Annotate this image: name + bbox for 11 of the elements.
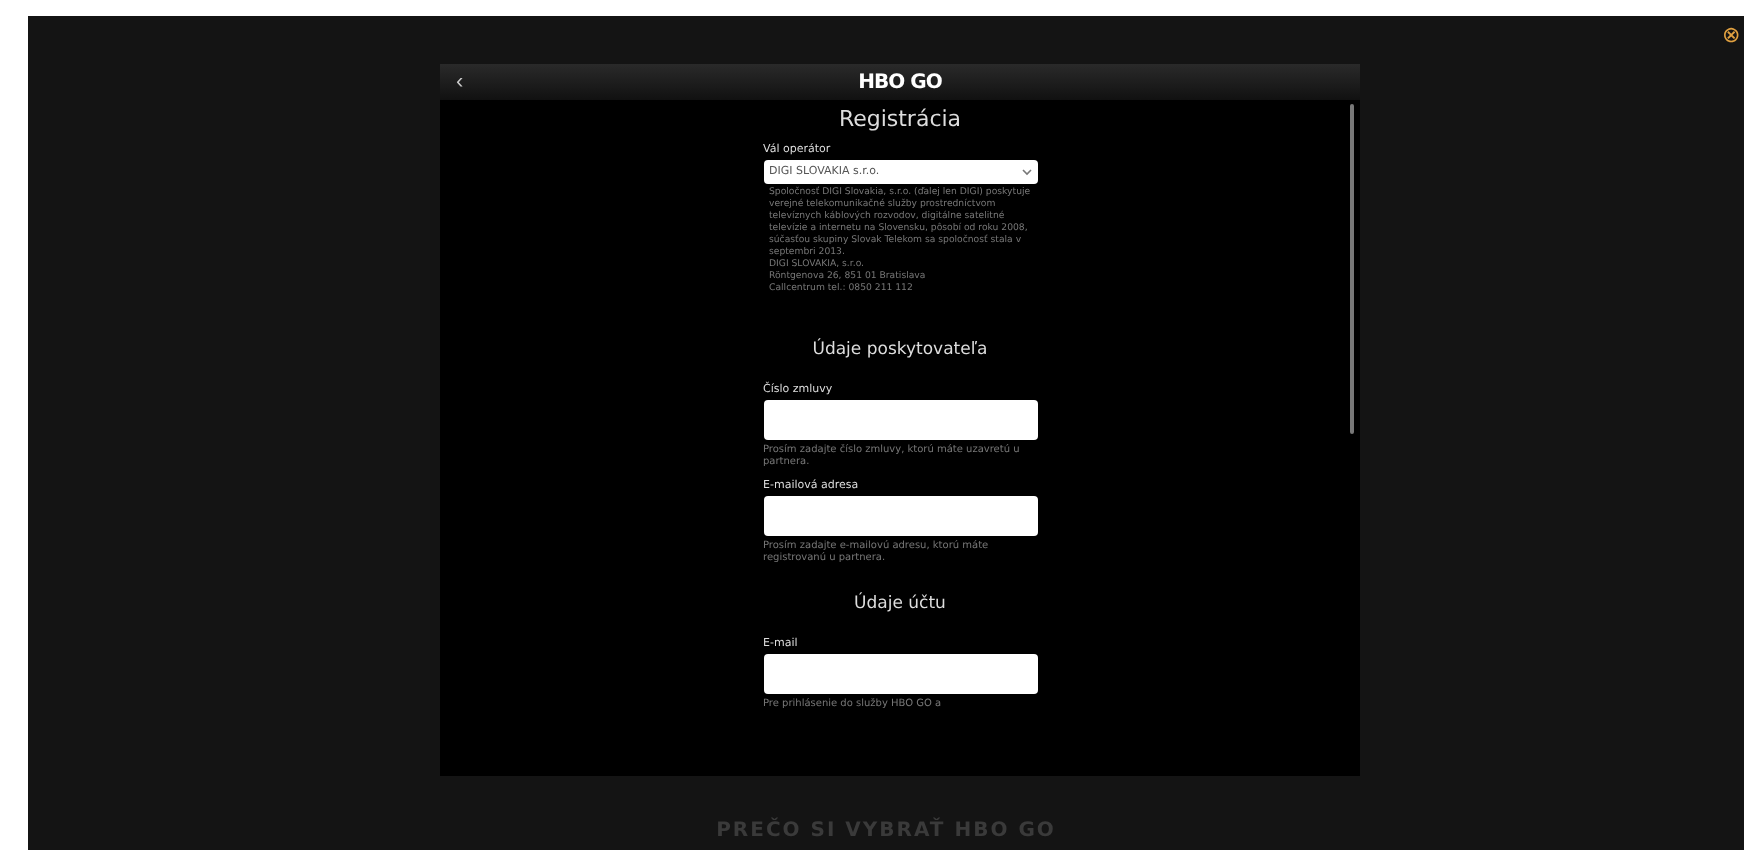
caret-icon xyxy=(1021,168,1031,176)
section-heading: Údaje účtu xyxy=(854,593,946,614)
input-field[interactable] xyxy=(763,653,1037,694)
close-button[interactable]: ⊗ xyxy=(1722,22,1740,48)
back-button[interactable]: ‹ xyxy=(444,70,476,94)
section-heading: Údaje poskytovateľa xyxy=(812,339,988,360)
dialog-title: Registrácia xyxy=(838,106,962,132)
logo: HBO GO xyxy=(858,71,942,93)
input-field[interactable] xyxy=(763,399,1037,440)
scrollbar[interactable] xyxy=(1350,104,1354,434)
input-field[interactable] xyxy=(763,496,1037,537)
